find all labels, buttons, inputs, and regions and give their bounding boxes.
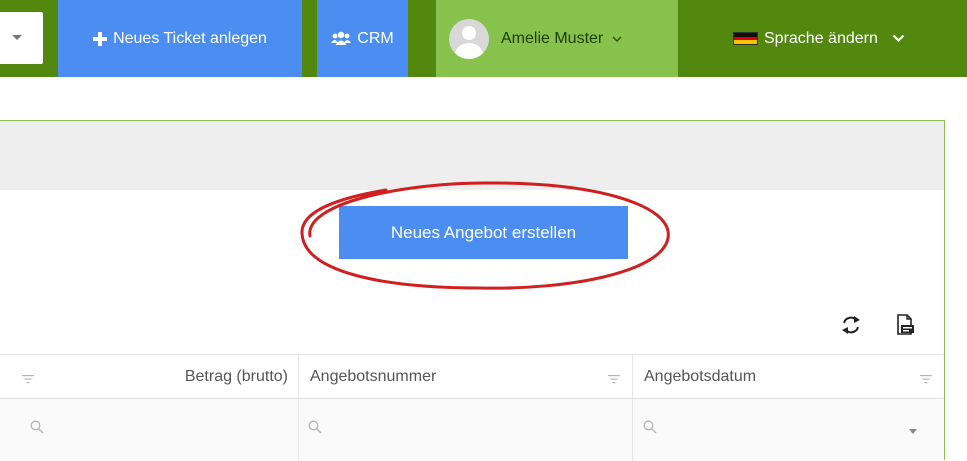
export-pdf-icon[interactable] — [892, 312, 918, 338]
context-select[interactable] — [0, 12, 43, 64]
top-navigation: Neues Ticket anlegen CRM Amelie Muster S… — [0, 0, 967, 88]
filter-icon[interactable] — [920, 371, 932, 389]
column-header-offer-number[interactable]: Angebotsnummer — [299, 355, 633, 398]
offers-panel: Neues Angebot erstellen Betrag (brutto) — [0, 120, 945, 461]
refresh-icon[interactable] — [838, 312, 864, 338]
search-icon — [30, 420, 44, 439]
filter-cell-amount[interactable] — [0, 399, 299, 461]
column-header-offer-date[interactable]: Angebotsdatum — [633, 355, 944, 398]
flag-de-icon — [733, 32, 758, 45]
column-title: Angebotsnummer — [310, 367, 437, 385]
plus-icon — [93, 31, 108, 46]
grid-filter-row — [0, 399, 944, 461]
users-icon — [331, 31, 352, 46]
crm-label: CRM — [357, 29, 394, 47]
crm-button[interactable]: CRM — [317, 0, 408, 77]
filter-cell-offer-number[interactable] — [299, 399, 633, 461]
user-menu[interactable]: Amelie Muster — [436, 0, 678, 77]
search-icon — [308, 420, 322, 439]
search-icon — [643, 420, 657, 439]
avatar — [449, 18, 489, 59]
caret-down-icon — [12, 35, 22, 40]
create-offer-label: Neues Angebot erstellen — [390, 222, 577, 242]
panel-header — [0, 121, 944, 190]
grid-header: Betrag (brutto) Angebotsnummer Angebotsd… — [0, 354, 944, 399]
filter-icon[interactable] — [22, 371, 34, 389]
column-header-amount[interactable]: Betrag (brutto) — [0, 355, 299, 398]
caret-down-icon[interactable] — [909, 429, 917, 434]
create-offer-button[interactable]: Neues Angebot erstellen — [339, 206, 628, 259]
new-ticket-label: Neues Ticket anlegen — [113, 29, 267, 47]
chevron-down-icon — [612, 32, 622, 46]
filter-cell-offer-date[interactable] — [633, 399, 944, 461]
user-name: Amelie Muster — [501, 29, 604, 47]
chevron-down-icon — [892, 30, 905, 48]
new-ticket-button[interactable]: Neues Ticket anlegen — [58, 0, 302, 77]
column-title: Angebotsdatum — [644, 367, 757, 385]
language-label: Sprache ändern — [764, 29, 878, 47]
column-title: Betrag (brutto) — [184, 367, 288, 385]
filter-icon[interactable] — [608, 371, 620, 389]
language-menu[interactable]: Sprache ändern — [733, 0, 967, 77]
